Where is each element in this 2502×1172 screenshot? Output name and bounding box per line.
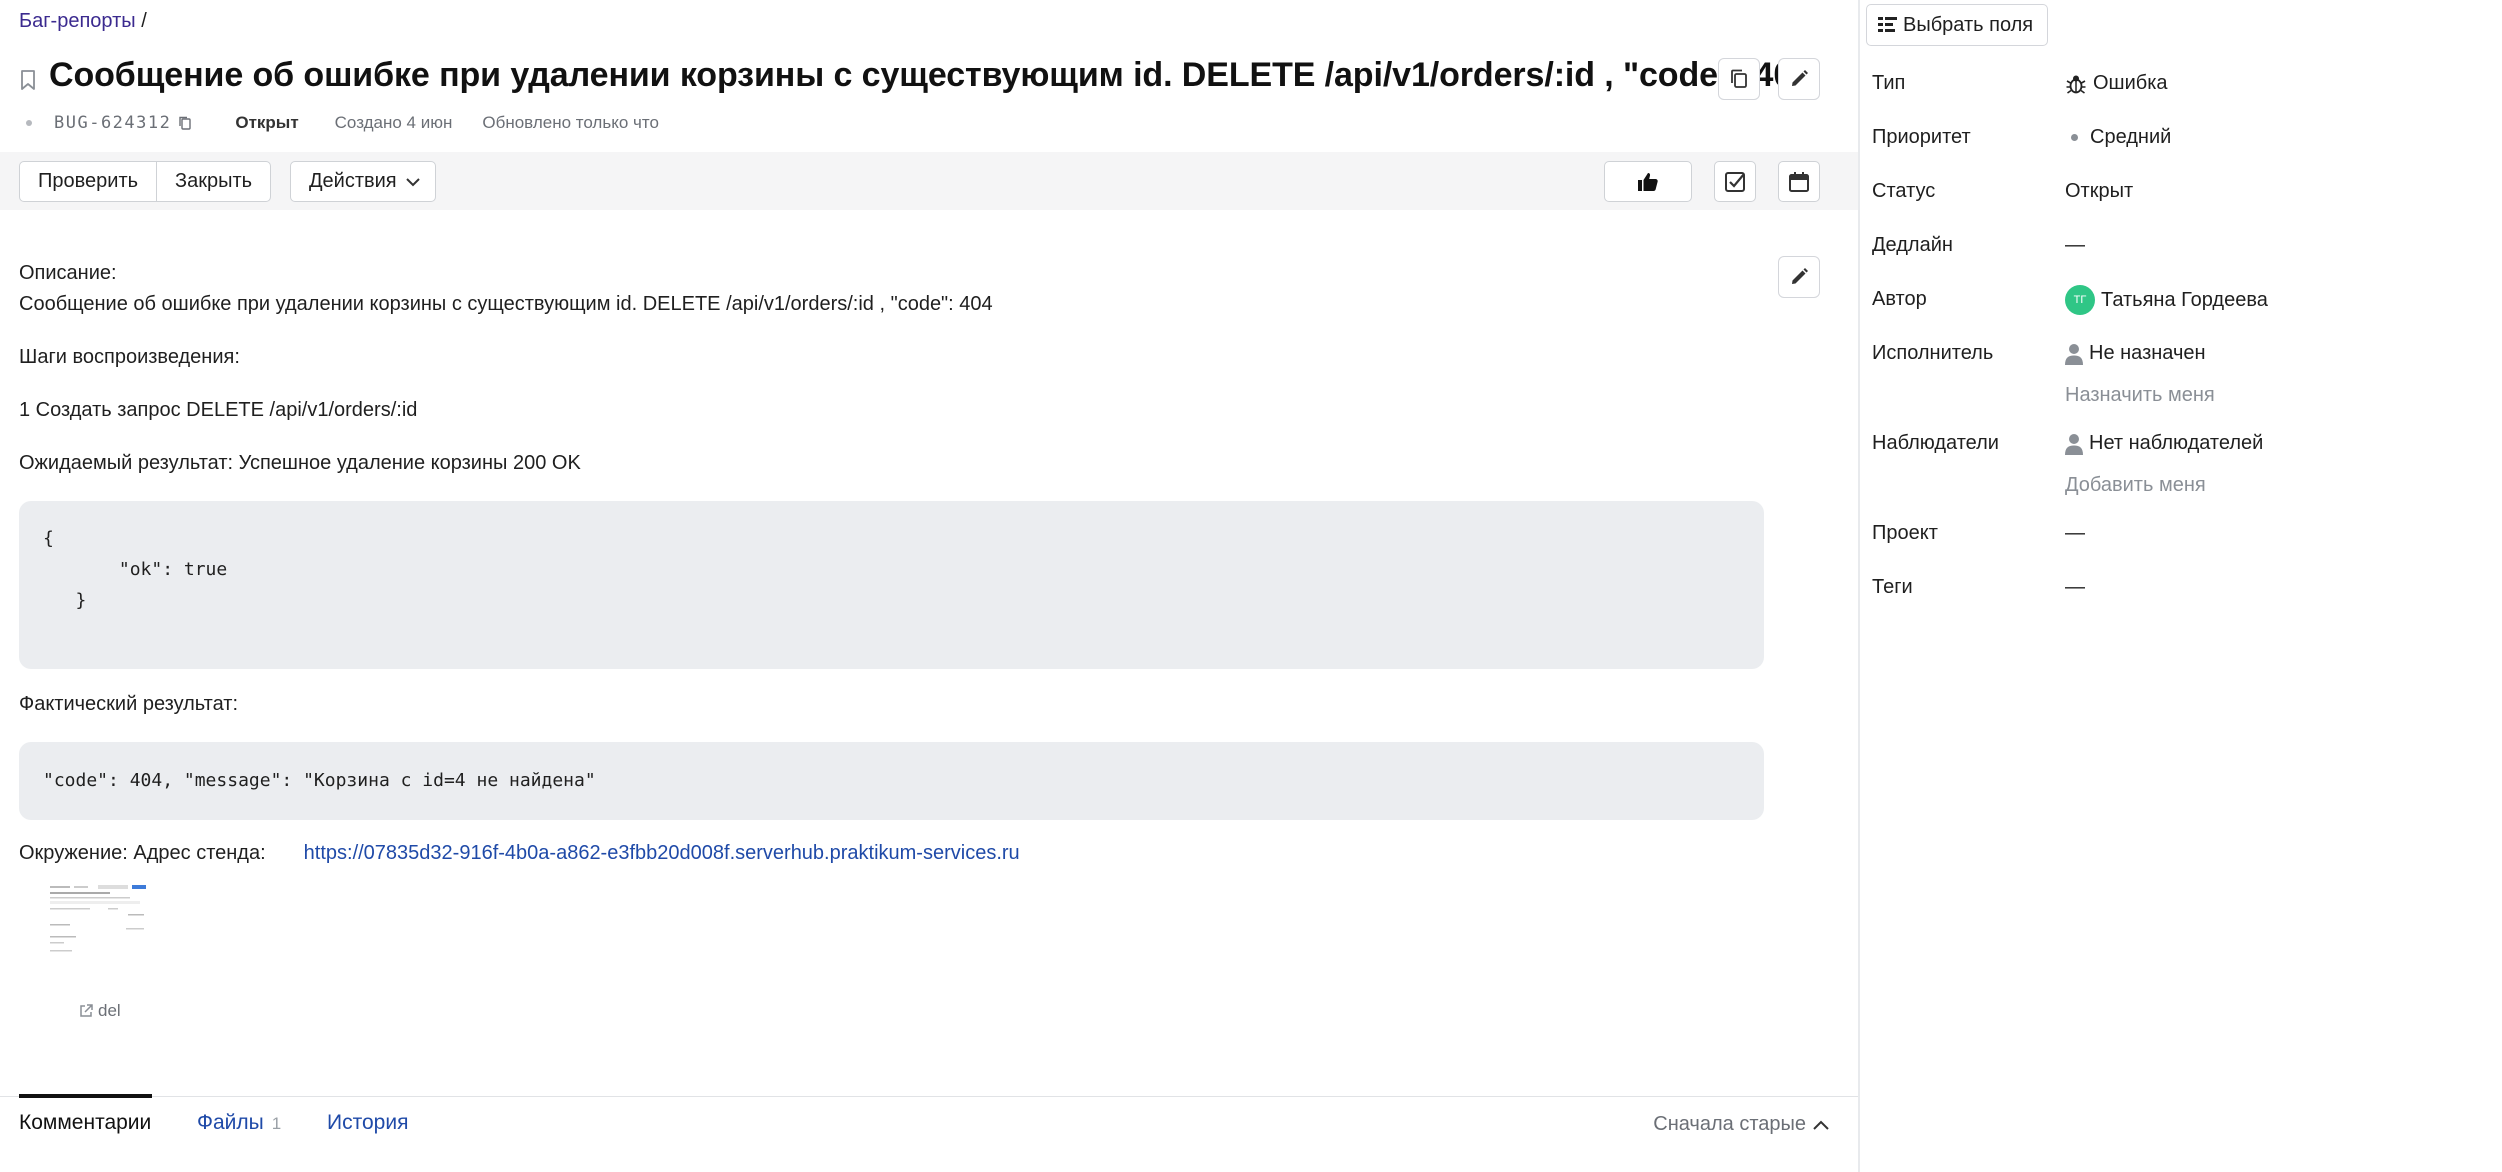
- expected-code-block: { "ok": true }: [19, 501, 1764, 669]
- issue-description: Описание: Сообщение об ошибке при удален…: [19, 258, 1764, 869]
- actual-heading: Фактический результат:: [19, 693, 239, 715]
- updated-date: Обновлено только что: [482, 113, 659, 132]
- field-priority-text: Средний: [2090, 126, 2172, 148]
- issue-main: Баг-репорты / Сообщение об ошибке при уд…: [0, 0, 1858, 1172]
- pencil-icon: [1792, 70, 1808, 86]
- expected-result: Ожидаемый результат: Успешное удаление к…: [19, 452, 581, 474]
- breadcrumb-separator: /: [141, 10, 147, 32]
- pick-fields-button[interactable]: Выбрать поля: [1866, 4, 2049, 46]
- attachment-caption[interactable]: del: [78, 1001, 121, 1021]
- calendar-button[interactable]: [1778, 161, 1820, 202]
- field-followers-value[interactable]: Нет наблюдателей: [2065, 432, 2263, 455]
- user-icon: [2065, 433, 2083, 455]
- screenshot-preview-image: [48, 884, 156, 966]
- copy-icon: [1731, 69, 1747, 88]
- tab-history[interactable]: История: [327, 1111, 408, 1135]
- status-dot: [26, 120, 32, 126]
- checkbox-icon: [1725, 171, 1745, 192]
- tab-files-label: Файлы: [197, 1111, 264, 1134]
- field-assignee-text: Не назначен: [2089, 342, 2206, 364]
- check-button[interactable]: Проверить: [20, 162, 156, 201]
- field-type-label: Тип: [1872, 72, 1906, 94]
- priority-dot: [2071, 134, 2078, 141]
- created-date: Создано 4 июн: [334, 113, 453, 132]
- actual-code-block: "code": 404, "message": "Корзина с id=4 …: [19, 742, 1764, 820]
- copy-key-icon[interactable]: [177, 115, 193, 131]
- pick-fields-label: Выбрать поля: [1903, 13, 2034, 36]
- field-type-text: Ошибка: [2093, 72, 2168, 94]
- field-author-name: Татьяна Гордеева: [2101, 288, 2268, 311]
- field-followers-label: Наблюдатели: [1872, 432, 1999, 454]
- chevron-down-icon: [405, 177, 420, 186]
- field-assignee-label: Исполнитель: [1872, 342, 1994, 364]
- attachment-name: del: [98, 1001, 121, 1020]
- field-followers-text: Нет наблюдателей: [2089, 432, 2264, 454]
- issue-key: BUG-624312: [54, 113, 172, 133]
- close-button[interactable]: Закрыть: [156, 162, 270, 201]
- sort-order-toggle[interactable]: Сначала старые: [1653, 1113, 1830, 1136]
- description-summary: Сообщение об ошибке при удалении корзины…: [19, 293, 993, 315]
- tab-files[interactable]: Файлы 1: [197, 1111, 281, 1135]
- environment-url-link[interactable]: https://07835d32-916f-4b0a-a862-e3fbb20d…: [304, 838, 1020, 869]
- title-row: Сообщение об ошибке при удалении корзины…: [19, 56, 1811, 95]
- avatar: ТГ: [2065, 285, 2095, 315]
- field-priority-value[interactable]: Средний: [2065, 126, 2171, 149]
- breadcrumb: Баг-репорты /: [19, 10, 147, 33]
- tab-files-count: 1: [271, 1114, 282, 1133]
- bookmark-icon[interactable]: [19, 69, 37, 91]
- sort-label: Сначала старые: [1653, 1113, 1806, 1135]
- field-project-value[interactable]: —: [2065, 522, 2085, 545]
- fields-list-icon: [1878, 17, 1897, 32]
- issue-meta: BUG-624312 Открыт Создано 4 июн Обновлен…: [26, 113, 659, 133]
- step-1: 1 Создать запрос DELETE /api/v1/orders/:…: [19, 399, 418, 421]
- copy-link-button[interactable]: [1718, 58, 1760, 100]
- environment-row: Окружение: Адрес стенда: https://07835d3…: [19, 838, 1764, 869]
- field-type-value[interactable]: Ошибка: [2065, 72, 2168, 95]
- actions-dropdown[interactable]: Действия: [290, 161, 436, 202]
- bug-icon: [2066, 75, 2086, 94]
- external-link-icon: [80, 1004, 93, 1017]
- description-heading: Описание:: [19, 262, 117, 284]
- bottom-tabs: Комментарии Файлы 1 История Сначала стары…: [0, 1094, 1858, 1172]
- issue-sidebar: Выбрать поля Тип Ошибка Приоритет Средни…: [1860, 0, 2502, 1172]
- field-author-label: Автор: [1872, 288, 1927, 310]
- field-tags-label: Теги: [1872, 576, 1913, 598]
- breadcrumb-link-bug-reports[interactable]: Баг-репорты: [19, 10, 136, 32]
- field-tags-value[interactable]: —: [2065, 576, 2085, 599]
- attachment-thumbnail[interactable]: [48, 884, 156, 966]
- environment-label: Окружение: Адрес стенда:: [19, 842, 266, 864]
- tab-comments[interactable]: Комментарии: [19, 1111, 151, 1135]
- field-deadline-value[interactable]: —: [2065, 234, 2085, 257]
- field-status-label: Статус: [1872, 180, 1936, 202]
- like-button[interactable]: [1604, 161, 1692, 202]
- field-deadline-label: Дедлайн: [1872, 234, 1953, 256]
- thumbs-up-icon: [1638, 172, 1658, 191]
- steps-heading: Шаги воспроизведения:: [19, 346, 240, 368]
- edit-title-button[interactable]: [1778, 58, 1820, 100]
- field-assignee-value[interactable]: Не назначен: [2065, 342, 2206, 365]
- field-status-value[interactable]: Открыт: [2065, 180, 2133, 203]
- chevron-up-icon: [1813, 1120, 1829, 1130]
- field-project-label: Проект: [1872, 522, 1938, 544]
- add-me-link[interactable]: Добавить меня: [2065, 474, 2206, 497]
- actions-label: Действия: [309, 170, 397, 192]
- field-priority-label: Приоритет: [1872, 126, 1971, 148]
- page-title: Сообщение об ошибке при удалении корзины…: [49, 56, 1811, 94]
- status-badge: Открыт: [235, 113, 299, 132]
- checklist-button[interactable]: [1714, 161, 1756, 202]
- issue-toolbar: Проверить Закрыть Действия: [0, 152, 1858, 210]
- pencil-icon: [1792, 268, 1808, 284]
- calendar-icon: [1789, 171, 1809, 192]
- transition-buttons: Проверить Закрыть: [19, 161, 272, 202]
- edit-description-button[interactable]: [1778, 256, 1820, 298]
- assign-me-link[interactable]: Назначить меня: [2065, 384, 2215, 407]
- user-icon: [2065, 343, 2083, 365]
- active-tab-indicator: [19, 1094, 152, 1098]
- field-author-value[interactable]: ТГ Татьяна Гордеева: [2065, 285, 2268, 315]
